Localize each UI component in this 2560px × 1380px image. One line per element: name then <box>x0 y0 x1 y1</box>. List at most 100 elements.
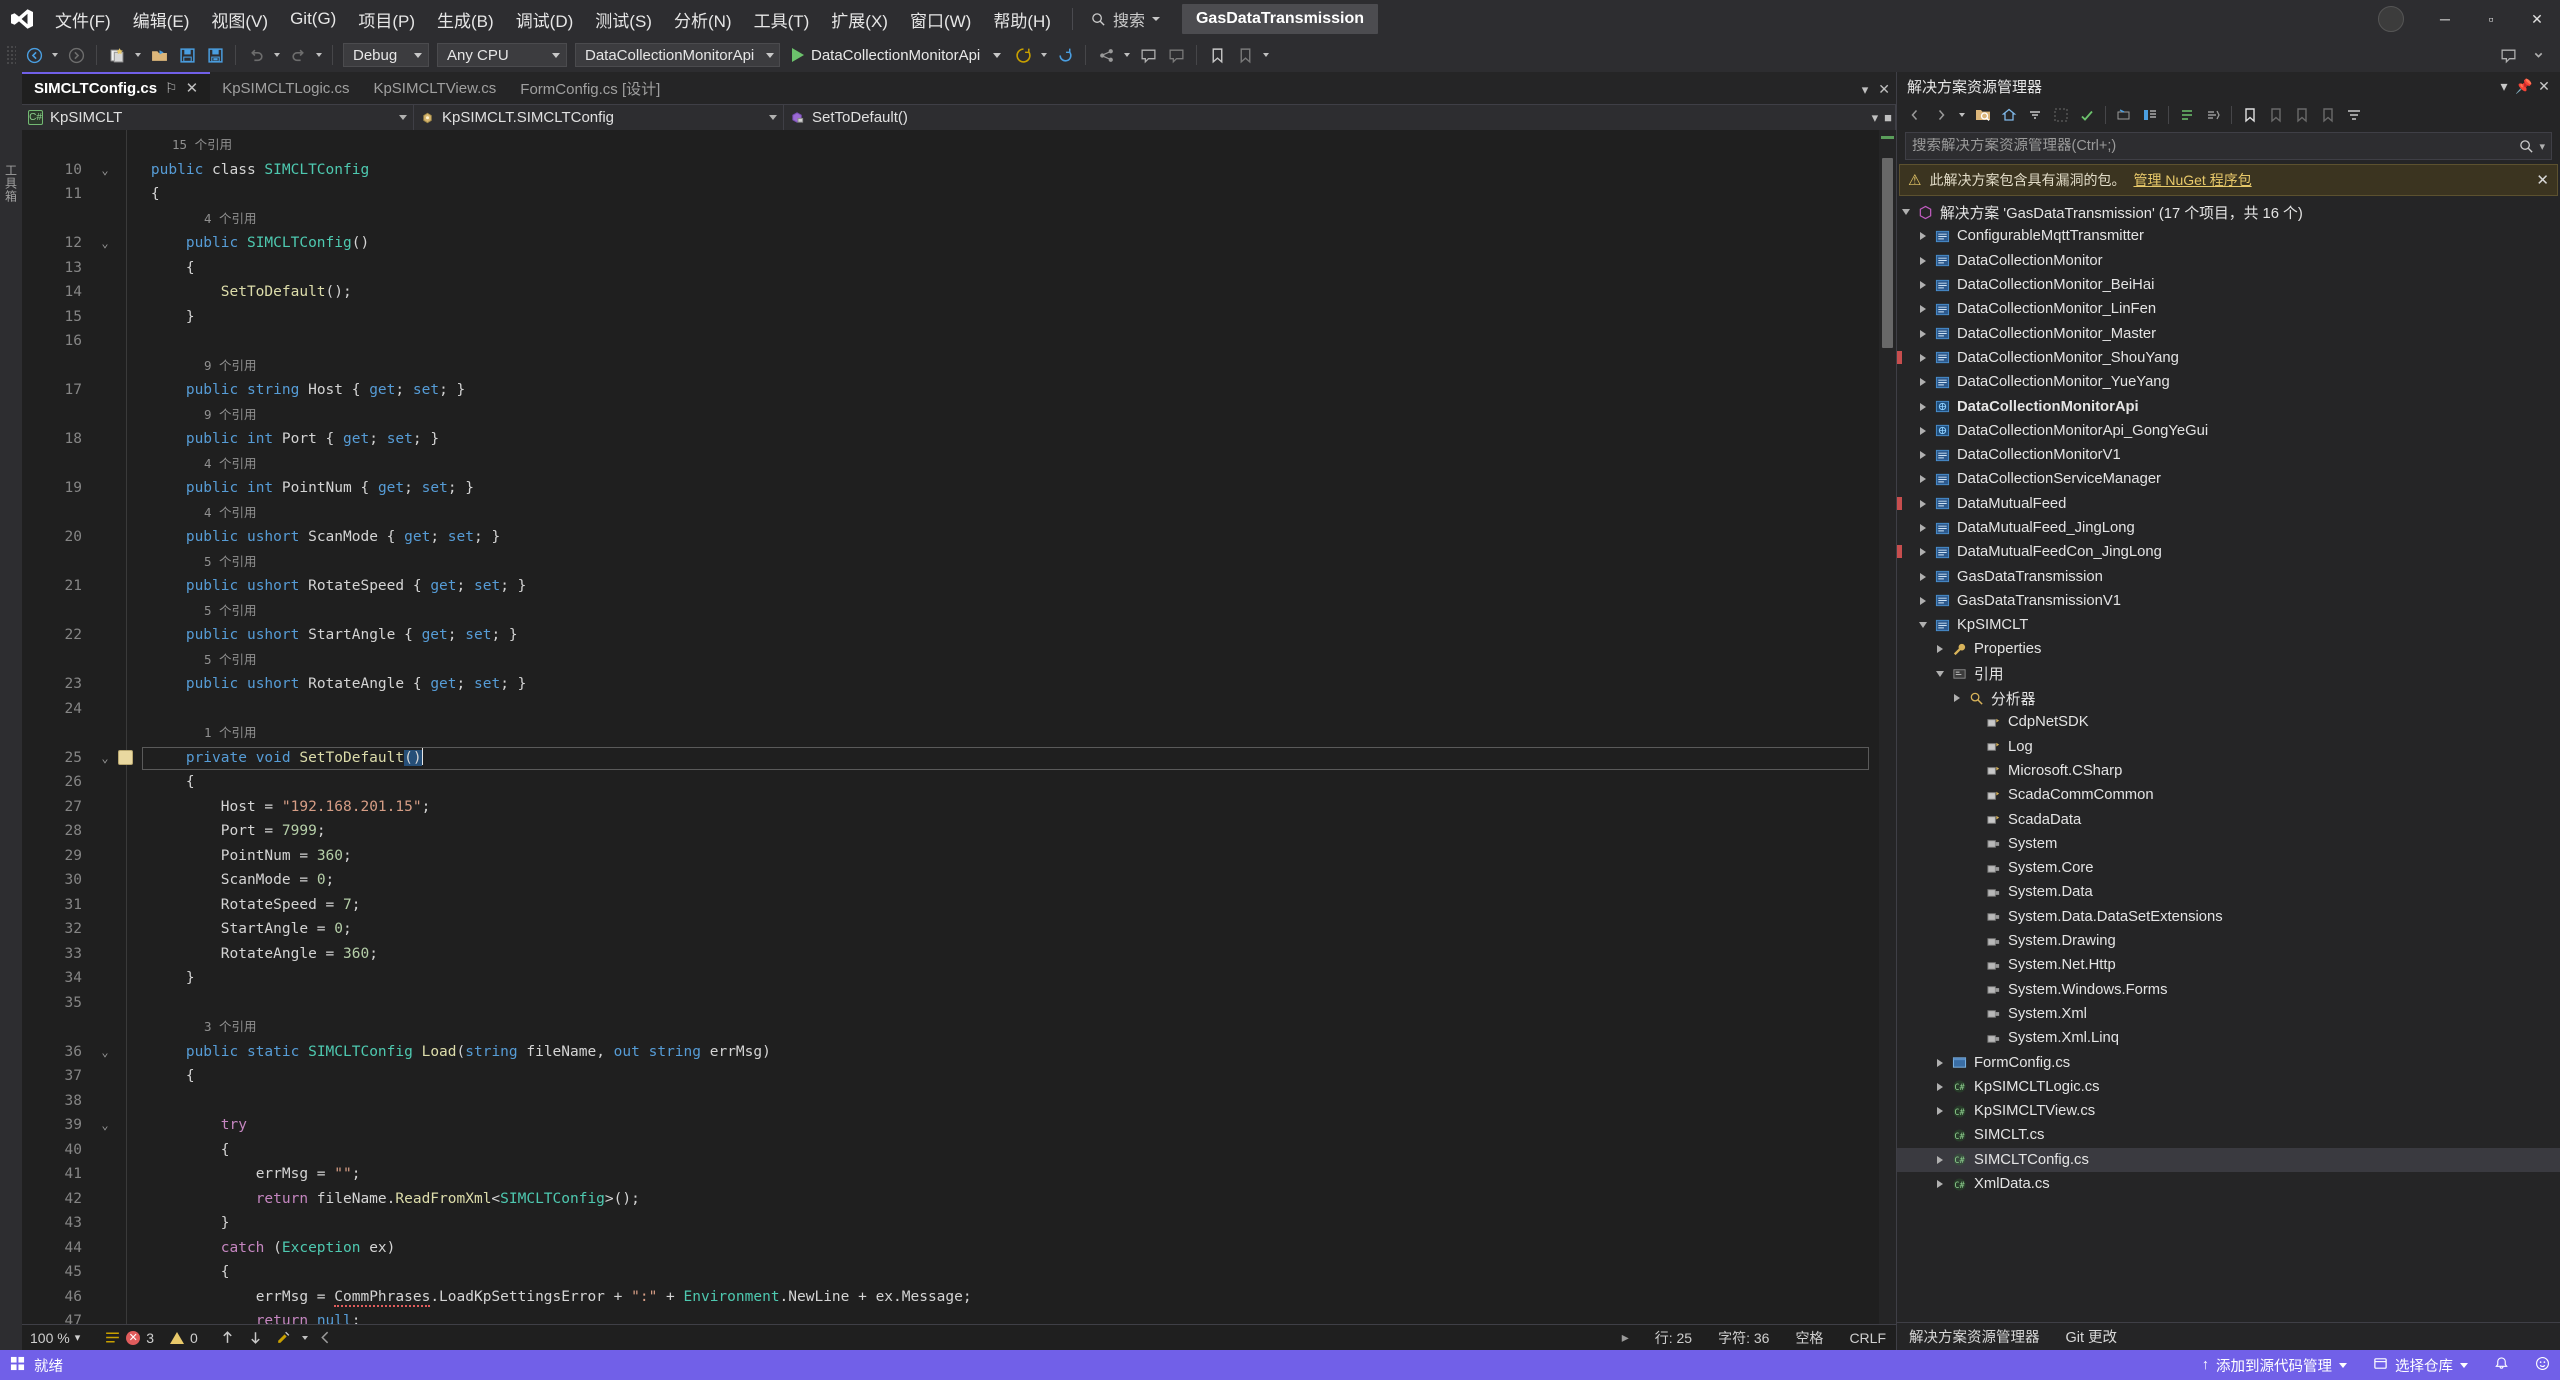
tree-node-log[interactable]: Log <box>1897 735 2560 759</box>
navbar-split-icon[interactable]: ■ <box>1884 110 1892 125</box>
expand-arrow-icon[interactable] <box>1931 1155 1949 1164</box>
tree-node--[interactable]: 分析器 <box>1897 686 2560 710</box>
notifications-icon[interactable] <box>2494 1356 2509 1375</box>
hot-reload-icon[interactable] <box>1010 42 1036 68</box>
toolbar-grip[interactable] <box>6 45 16 65</box>
expand-arrow-icon[interactable] <box>1931 645 1949 654</box>
expand-arrow-icon[interactable] <box>1914 524 1932 532</box>
tree-node-system-net-http[interactable]: System.Net.Http <box>1897 953 2560 977</box>
navbar-type-select[interactable]: KpSIMCLT.SIMCLTConfig <box>414 104 784 131</box>
undo-dropdown[interactable] <box>270 42 284 68</box>
expand-arrow-icon[interactable] <box>1914 353 1932 362</box>
close-button[interactable]: ✕ <box>2514 0 2560 38</box>
tree-node-datamutualfeed[interactable]: DataMutualFeed <box>1897 492 2560 516</box>
expand-arrow-icon[interactable] <box>1914 596 1932 605</box>
view-code-icon[interactable] <box>2138 103 2162 127</box>
preview-icon[interactable] <box>2201 103 2225 127</box>
fold-toggle-icon[interactable]: ⌄ <box>94 158 116 183</box>
expand-arrow-icon[interactable] <box>1914 256 1932 265</box>
reference-count-text[interactable]: 4 个引用 <box>116 452 1879 477</box>
menu-window[interactable]: 窗口(W) <box>899 0 982 38</box>
open-file-icon[interactable] <box>146 42 172 68</box>
redo-icon[interactable] <box>285 42 311 68</box>
reference-count-text[interactable]: 3 个引用 <box>116 1015 1879 1040</box>
editor-scroll-left-icon[interactable] <box>313 1325 339 1351</box>
tree-node-datacollectionmonitor-yueyang[interactable]: DataCollectionMonitor_YueYang <box>1897 370 2560 394</box>
menu-view[interactable]: 视图(V) <box>200 0 279 38</box>
save-all-icon[interactable] <box>202 42 228 68</box>
expand-arrow-icon[interactable] <box>1914 426 1932 435</box>
tree-node-properties[interactable]: Properties <box>1897 637 2560 661</box>
bookmark-filled-icon[interactable] <box>2238 103 2262 127</box>
collapse-all-icon[interactable] <box>2023 103 2047 127</box>
navigate-back-dropdown[interactable] <box>48 42 62 68</box>
menu-tools[interactable]: 工具(T) <box>743 0 821 38</box>
fold-toggle-icon[interactable]: ⌄ <box>94 746 116 771</box>
reference-count-text[interactable]: 5 个引用 <box>116 550 1879 575</box>
reference-count-text[interactable]: 5 个引用 <box>116 599 1879 624</box>
tree-node-datacollectionmonitorv1[interactable]: DataCollectionMonitorV1 <box>1897 443 2560 467</box>
filter-icon[interactable] <box>2342 103 2366 127</box>
reference-count-text[interactable]: 4 个引用 <box>116 501 1879 526</box>
show-all-files-icon[interactable] <box>2049 103 2073 127</box>
fold-toggle-icon[interactable]: ⌄ <box>94 1040 116 1065</box>
tree-node-datacollectionmonitorapi[interactable]: DataCollectionMonitorApi <box>1897 394 2560 418</box>
menu-project[interactable]: 项目(P) <box>347 0 426 38</box>
reference-count-text[interactable]: 5 个引用 <box>116 648 1879 673</box>
menu-help[interactable]: 帮助(H) <box>982 0 1062 38</box>
bookmark-outline-icon-3[interactable] <box>2316 103 2340 127</box>
reference-count-text[interactable]: 1 个引用 <box>116 721 1879 746</box>
properties-icon[interactable] <box>2175 103 2199 127</box>
home-icon[interactable] <box>1997 103 2021 127</box>
navigation-dropdown[interactable] <box>1955 102 1969 128</box>
solution-root-node[interactable]: 解决方案 'GasDataTransmission' (17 个项目，共 16 … <box>1897 200 2560 224</box>
navbar-project-select[interactable]: C# KpSIMCLT <box>22 104 414 131</box>
feedback-icon[interactable] <box>2495 42 2521 68</box>
tree-node-system-drawing[interactable]: System.Drawing <box>1897 929 2560 953</box>
bookmark-dropdown[interactable] <box>1259 42 1273 68</box>
start-debugging-button[interactable]: DataCollectionMonitorApi <box>784 42 1009 68</box>
forward-navigation-icon[interactable] <box>1929 103 1953 127</box>
solution-search-box[interactable]: ▾ <box>1905 132 2552 160</box>
menu-file[interactable]: 文件(F) <box>44 0 122 38</box>
editor-vertical-scrollbar[interactable] <box>1879 130 1896 1324</box>
bookmark-outline-icon[interactable] <box>2264 103 2288 127</box>
error-list-toggle-icon[interactable] <box>99 1325 125 1351</box>
tree-node-xmldata-cs[interactable]: C# XmlData.cs <box>1897 1172 2560 1196</box>
tree-node-gasdatatransmissionv1[interactable]: GasDataTransmissionV1 <box>1897 589 2560 613</box>
navigate-back-icon[interactable] <box>21 42 47 68</box>
error-count-group[interactable]: ✕ 3 <box>126 1330 154 1346</box>
tab-formconfig-design[interactable]: FormConfig.cs [设计] <box>508 72 673 104</box>
tree-node-datamutualfeed-jinglong[interactable]: DataMutualFeed_JingLong <box>1897 516 2560 540</box>
close-icon[interactable]: ✕ <box>186 79 199 97</box>
expand-arrow-icon[interactable] <box>1931 1058 1949 1067</box>
tree-node-scadadata[interactable]: ScadaData <box>1897 807 2560 831</box>
menu-edit[interactable]: 编辑(E) <box>122 0 201 38</box>
back-navigation-icon[interactable] <box>1903 103 1927 127</box>
menu-extensions[interactable]: 扩展(X) <box>820 0 899 38</box>
toolbar-overflow-icon[interactable] <box>2525 42 2551 68</box>
comment-icon[interactable] <box>1135 42 1161 68</box>
reference-count-text[interactable]: 15 个引用 <box>116 133 1879 158</box>
undo-icon[interactable] <box>243 42 269 68</box>
tree-node-scadacommcommon[interactable]: ScadaCommCommon <box>1897 783 2560 807</box>
expand-arrow-icon[interactable] <box>1931 670 1949 677</box>
tree-node-system-data[interactable]: System.Data <box>1897 880 2560 904</box>
tab-list-chevron-icon[interactable]: ▾ <box>1862 82 1869 98</box>
tree-node-datacollectionmonitorapi-gongyegui[interactable]: DataCollectionMonitorApi_GongYeGui <box>1897 419 2560 443</box>
expand-arrow-icon[interactable] <box>1914 402 1932 411</box>
tree-node-datacollectionmonitor[interactable]: DataCollectionMonitor <box>1897 249 2560 273</box>
fold-toggle-icon[interactable]: ⌄ <box>94 1113 116 1138</box>
solution-tree[interactable]: 解决方案 'GasDataTransmission' (17 个项目，共 16 … <box>1897 198 2560 1322</box>
solution-explorer-close-icon[interactable]: ✕ <box>2534 76 2554 96</box>
tab-simcltconfig[interactable]: SIMCLTConfig.cs ⚐ ✕ <box>22 72 211 104</box>
tree-node-system-windows-forms[interactable]: System.Windows.Forms <box>1897 978 2560 1002</box>
expand-arrow-icon[interactable] <box>1914 475 1932 484</box>
menu-analyze[interactable]: 分析(N) <box>663 0 743 38</box>
search-folder-icon[interactable] <box>1971 103 1995 127</box>
quick-actions-icon[interactable] <box>271 1325 297 1351</box>
restart-icon[interactable] <box>1052 42 1078 68</box>
quick-actions-dropdown[interactable] <box>298 1325 312 1351</box>
manage-nuget-link[interactable]: 管理 NuGet 程序包 <box>2133 170 2251 190</box>
tree-node-system[interactable]: System <box>1897 832 2560 856</box>
